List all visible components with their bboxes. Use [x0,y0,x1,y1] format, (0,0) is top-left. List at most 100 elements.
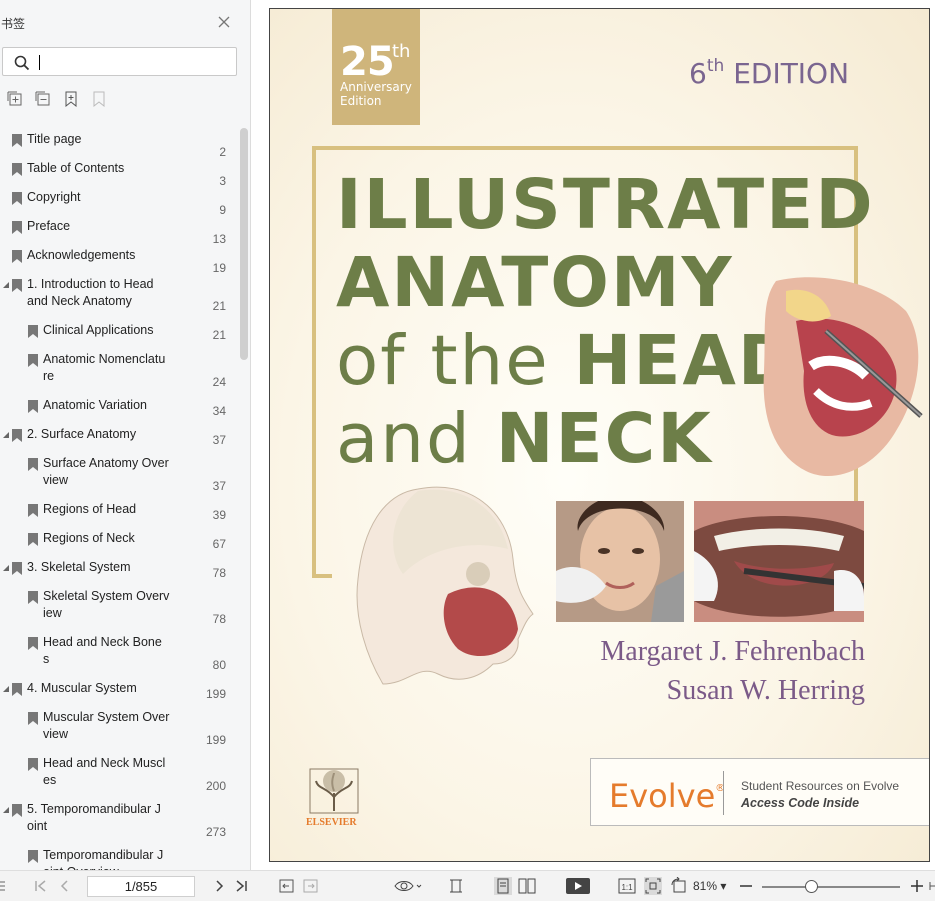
expand-arrow-icon[interactable] [2,806,10,814]
bookmark-icon [12,429,22,442]
bookmark-item-regions-of-neck[interactable]: Regions of Neck 67 [0,530,238,558]
cover-title-line-2: ANATOMY [336,247,734,319]
bookmark-scrollbar[interactable] [240,128,248,360]
expand-arrow-icon[interactable] [2,685,10,693]
edition-suffix: th [706,56,725,76]
bookmark-item-muscular-system-overview[interactable]: Muscular System Over view 199 [0,709,238,754]
bookmark-item-acknowledgements[interactable]: Acknowledgements 19 [0,247,238,275]
evolve-logo-text: Evolve [609,777,716,815]
cover-title-text: and [336,399,496,479]
zoom-slider[interactable] [762,886,900,888]
close-icon[interactable] [218,16,230,28]
bookmark-item-chapter-1[interactable]: 1. Introduction to Head and Neck Anatomy… [0,276,238,321]
evolve-line-1: Student Resources on Evolve [741,779,900,793]
previous-page-icon[interactable] [56,877,74,895]
bookmark-icon [12,562,22,575]
cover-title-text: of the [336,321,574,401]
bookmark-page-number: 199 [205,733,226,747]
bookmark-item-regions-of-head[interactable]: Regions of Head 39 [0,501,238,529]
bookmark-label: Title page [27,132,82,146]
bookmark-item-skeletal-system-overview[interactable]: Skeletal System Overv iew 78 [0,588,238,633]
svg-text:1:1: 1:1 [621,883,633,892]
next-page-icon[interactable] [210,877,228,895]
bookmark-page-number: 24 [212,375,226,389]
bookmark-label: Head and Neck Bone s [43,635,162,666]
bookmark-label: Anatomic Nomenclatu re [43,352,166,383]
bookmark-search-input[interactable] [2,47,237,76]
zoom-level[interactable]: 81% ▾ [693,879,726,893]
bookmark-item-chapter-5[interactable]: 5. Temporomandibular J oint 273 [0,801,238,846]
bookmark-page-number: 200 [205,779,226,793]
more-options-icon[interactable] [929,877,935,895]
expand-arrow-icon[interactable] [2,564,10,572]
bookmark-item-tmj-overview[interactable]: Temporomandibular J oint Overview [0,847,238,870]
evolve-box: Evolve® Student Resources on Evolve Acce… [590,758,929,826]
bookmark-item-head-and-neck-bones[interactable]: Head and Neck Bone s 80 [0,634,238,679]
bookmark-item-surface-anatomy-overview[interactable]: Surface Anatomy Over view 37 [0,455,238,500]
bookmark-item-title-page[interactable]: Title page 2 [0,131,238,159]
bookmark-label: 4. Muscular System [27,681,137,695]
bookmark-item-chapter-3[interactable]: 3. Skeletal System 78 [0,559,238,587]
bookmark-item-clinical-applications[interactable]: Clinical Applications 21 [0,322,238,350]
bookmark-icon [12,250,22,263]
slideshow-play-icon[interactable] [566,877,590,895]
title-frame-corner [312,574,332,578]
cover-title-text: NECK [495,399,713,479]
edition-number: 6 [689,57,707,90]
bookmark-icon [12,683,22,696]
sidebar-toggle-icon[interactable] [0,877,6,895]
add-bookmark-icon[interactable] [63,91,79,107]
mouth-photo [694,501,864,622]
zoom-in-icon[interactable] [908,877,926,895]
bookmark-icon [12,221,22,234]
rotate-icon[interactable] [670,877,688,895]
actual-size-icon[interactable]: 1:1 [618,877,636,895]
oral-cavity-illustration [763,277,923,477]
eye-comfort-icon[interactable] [393,877,423,895]
expand-all-icon[interactable] [7,91,23,107]
evolve-logo: Evolve® [609,777,725,815]
go-forward-icon[interactable] [302,877,320,895]
single-page-icon[interactable] [494,877,512,895]
bookmark-icon [28,400,38,413]
bookmark-page-number: 39 [212,508,226,522]
search-icon [14,55,30,71]
bookmark-icon [28,591,38,604]
bookmark-item-table-of-contents[interactable]: Table of Contents 3 [0,160,238,188]
bookmark-label: Temporomandibular J oint Overview [43,848,164,870]
edition-label: 6th EDITION [689,56,849,90]
collapse-all-icon[interactable] [35,91,51,107]
bookmark-page-number: 37 [212,479,226,493]
bookmark-page-number: 34 [212,404,226,418]
bookmark-page-number: 2 [219,145,226,159]
badge-caption-line: Anniversary [340,80,412,94]
bookmark-item-anatomic-variation[interactable]: Anatomic Variation 34 [0,397,238,425]
bookmark-page-number: 21 [212,328,226,342]
bookmark-item-head-and-neck-muscles[interactable]: Head and Neck Muscl es 200 [0,755,238,800]
expand-arrow-icon[interactable] [2,431,10,439]
bookmark-item-copyright[interactable]: Copyright 9 [0,189,238,217]
bookmark-item-anatomic-nomenclature[interactable]: Anatomic Nomenclatu re 24 [0,351,238,396]
bookmark-icon [12,163,22,176]
zoom-out-icon[interactable] [737,877,755,895]
bookmark-item-chapter-2[interactable]: 2. Surface Anatomy 37 [0,426,238,454]
fit-width-icon[interactable] [644,877,662,895]
bookmark-icon [28,504,38,517]
first-page-icon[interactable] [32,877,50,895]
fit-page-icon[interactable] [447,877,465,895]
bottom-toolbar: 1/855 1:1 81% ▾ [0,870,935,901]
bookmark-page-number: 80 [212,658,226,672]
bookmark-icon [12,279,22,292]
bookmark-label: Anatomic Variation [43,398,147,412]
page-number-input[interactable]: 1/855 [87,876,195,897]
zoom-slider-handle[interactable] [804,880,818,893]
bookmark-label: Acknowledgements [27,248,136,262]
go-back-icon[interactable] [278,877,296,895]
bookmark-item-preface[interactable]: Preface 13 [0,218,238,246]
delete-bookmark-icon[interactable] [91,91,107,107]
two-page-icon[interactable] [518,877,536,895]
last-page-icon[interactable] [232,877,250,895]
expand-arrow-icon[interactable] [2,281,10,289]
bookmark-panel: 书签 Title page 2 Table of Contents 3 Copy… [0,0,251,870]
bookmark-item-chapter-4[interactable]: 4. Muscular System 199 [0,680,238,708]
